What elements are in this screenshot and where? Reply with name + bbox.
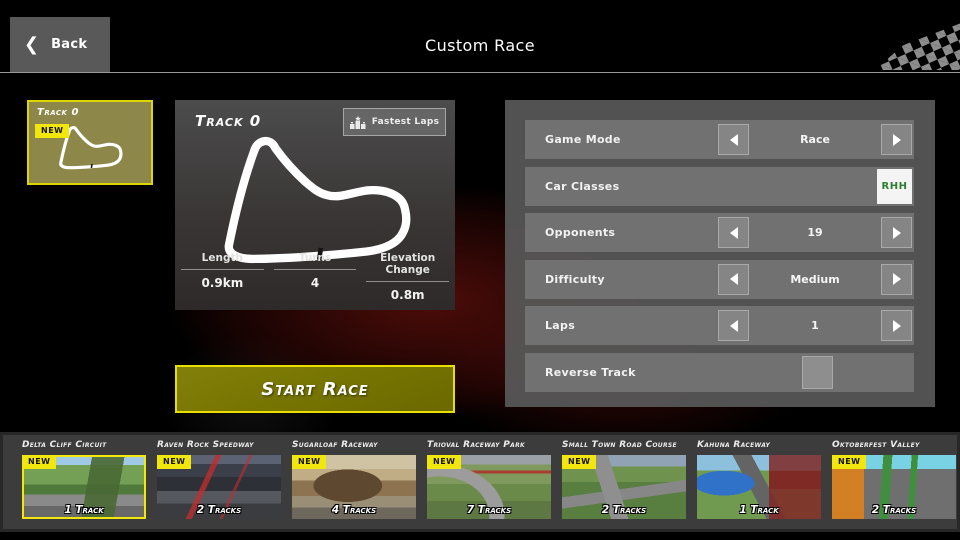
selected-track-card[interactable]: Track 0 NEW: [27, 100, 153, 185]
opponents-prev-button[interactable]: [718, 217, 749, 248]
new-badge: NEW: [35, 124, 69, 138]
car-classes-badge[interactable]: RHH: [877, 169, 912, 204]
track-thumbnail[interactable]: NEW 4 Tracks: [292, 455, 416, 519]
track-carousel: Delta Cliff Circuit NEW 1 Track Raven Ro…: [0, 432, 960, 532]
setting-row-reverse-track: Reverse Track: [525, 353, 914, 392]
checkered-flag-icon: [865, 6, 960, 70]
setting-row-laps: Laps 1: [525, 306, 914, 345]
settings-panel: Game Mode Race Car Classes RHH Opponents…: [505, 100, 935, 407]
setting-row-game-mode: Game Mode Race: [525, 120, 914, 159]
stat-turns: Turns 4: [274, 252, 357, 302]
selected-track-name: Track 0: [37, 107, 79, 118]
carousel-item-kahuna-raceway[interactable]: Kahuna Raceway 1 Track: [697, 440, 821, 529]
reverse-track-label: Reverse Track: [545, 353, 636, 392]
stat-length: Length 0.9km: [181, 252, 264, 302]
laps-value: 1: [749, 319, 881, 332]
tracks-count: 7 Tracks: [427, 504, 551, 516]
tracks-count: 4 Tracks: [292, 504, 416, 516]
arrow-right-icon: [893, 134, 901, 146]
track-thumbnail[interactable]: NEW 2 Tracks: [562, 455, 686, 519]
carousel-item-trioval-raceway-park[interactable]: Trioval Raceway Park NEW 7 Tracks: [427, 440, 551, 529]
laps-prev-button[interactable]: [718, 310, 749, 341]
new-badge: NEW: [292, 455, 326, 469]
difficulty-label: Difficulty: [545, 260, 605, 299]
track-thumbnail[interactable]: NEW 7 Tracks: [427, 455, 551, 519]
game-mode-label: Game Mode: [545, 120, 621, 159]
arrow-left-icon: [730, 227, 738, 239]
start-race-button[interactable]: Start Race: [175, 365, 455, 413]
track-thumbnail[interactable]: NEW 2 Tracks: [157, 455, 281, 519]
opponents-label: Opponents: [545, 213, 615, 252]
arrow-left-icon: [730, 320, 738, 332]
new-badge: NEW: [427, 455, 461, 469]
track-thumbnail[interactable]: NEW 2 Tracks: [832, 455, 956, 519]
difficulty-value: Medium: [749, 273, 881, 286]
track-detail-panel: Track 0 Fastest Laps Length 0.9km Turns …: [175, 100, 455, 310]
game-mode-value: Race: [749, 133, 881, 146]
track-thumbnail[interactable]: 1 Track: [697, 455, 821, 519]
stat-elevation: Elevation Change 0.8m: [366, 252, 449, 302]
reverse-track-checkbox[interactable]: [802, 356, 833, 389]
car-classes-label: Car Classes: [545, 167, 619, 206]
tracks-count: 2 Tracks: [832, 504, 956, 516]
arrow-left-icon: [730, 273, 738, 285]
track-thumbnail[interactable]: NEW 1 Track: [22, 455, 146, 519]
game-mode-prev-button[interactable]: [718, 124, 749, 155]
arrow-right-icon: [893, 227, 901, 239]
setting-row-car-classes: Car Classes RHH: [525, 167, 914, 206]
carousel-item-delta-cliff-circuit[interactable]: Delta Cliff Circuit NEW 1 Track: [22, 440, 146, 529]
tracks-count: 2 Tracks: [562, 504, 686, 516]
track-map: [175, 122, 455, 270]
opponents-value: 19: [749, 226, 881, 239]
carousel-item-sugarloaf-raceway[interactable]: Sugarloaf Raceway NEW 4 Tracks: [292, 440, 416, 529]
arrow-right-icon: [893, 320, 901, 332]
tracks-count: 1 Track: [22, 504, 146, 516]
page-title: Custom Race: [0, 36, 960, 55]
tracks-count: 2 Tracks: [157, 504, 281, 516]
setting-row-difficulty: Difficulty Medium: [525, 260, 914, 299]
carousel-item-oktoberfest-valley[interactable]: Oktoberfest Valley NEW 2 Tracks: [832, 440, 956, 529]
laps-label: Laps: [545, 306, 575, 345]
new-badge: NEW: [832, 455, 866, 469]
track-stats: Length 0.9km Turns 4 Elevation Change 0.…: [181, 252, 449, 302]
carousel-item-small-town-road-course[interactable]: Small Town Road Course NEW 2 Tracks: [562, 440, 686, 529]
setting-row-opponents: Opponents 19: [525, 213, 914, 252]
new-badge: NEW: [562, 455, 596, 469]
arrow-left-icon: [730, 134, 738, 146]
difficulty-next-button[interactable]: [881, 264, 912, 295]
laps-next-button[interactable]: [881, 310, 912, 341]
carousel-item-raven-rock-speedway[interactable]: Raven Rock Speedway NEW 2 Tracks: [157, 440, 281, 529]
new-badge: NEW: [22, 455, 56, 469]
header-bar: ❮ Back Custom Race: [0, 0, 960, 73]
game-mode-next-button[interactable]: [881, 124, 912, 155]
tracks-count: 1 Track: [697, 504, 821, 516]
arrow-right-icon: [893, 273, 901, 285]
opponents-next-button[interactable]: [881, 217, 912, 248]
new-badge: NEW: [157, 455, 191, 469]
difficulty-prev-button[interactable]: [718, 264, 749, 295]
